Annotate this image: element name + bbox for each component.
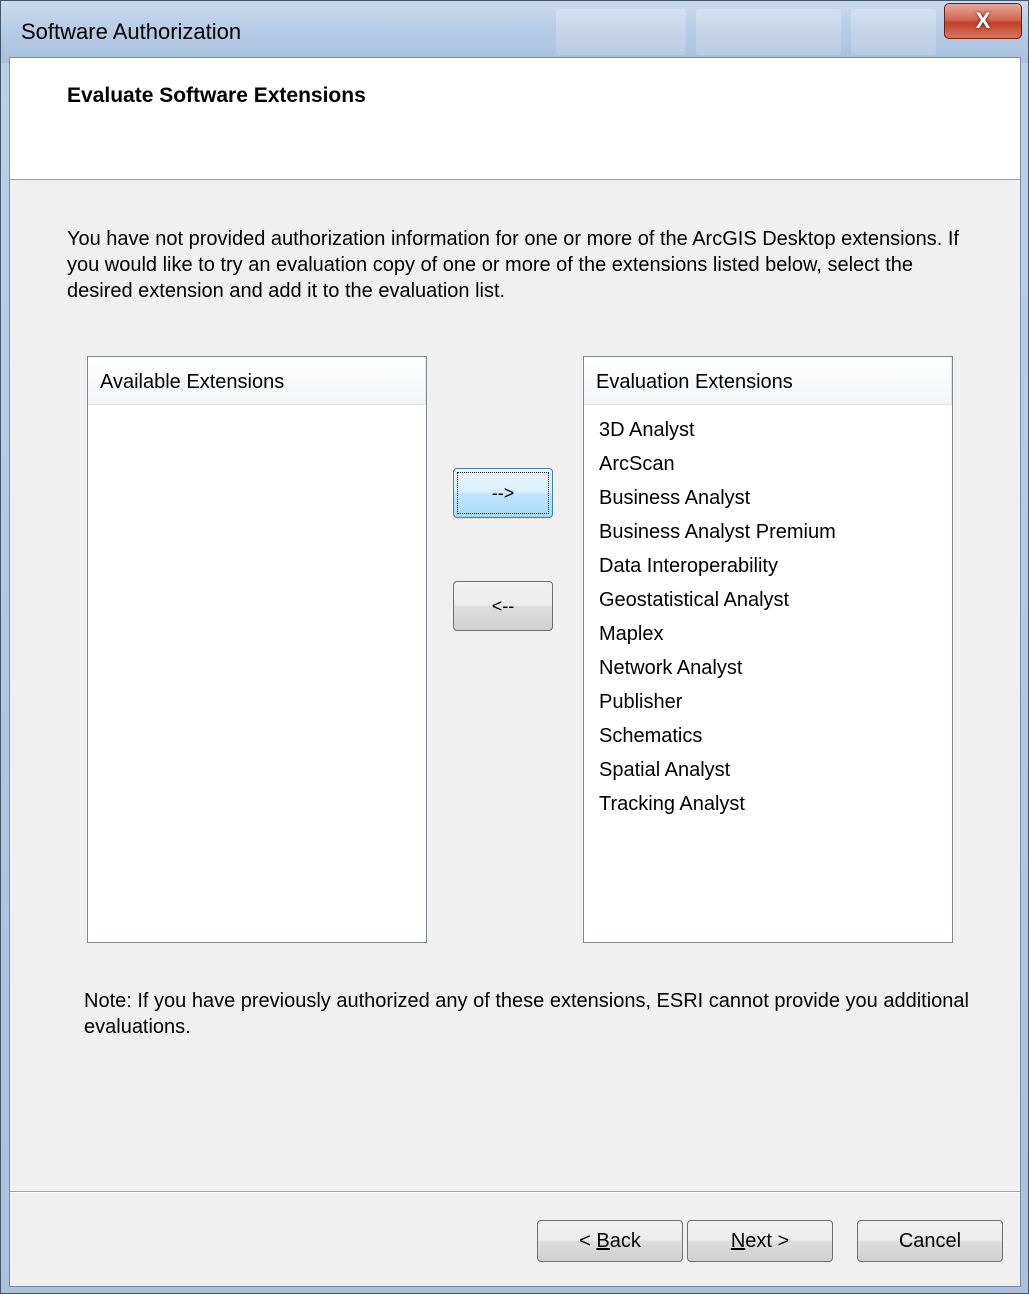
next-button[interactable]: Next > xyxy=(687,1220,833,1262)
cancel-button[interactable]: Cancel xyxy=(857,1220,1003,1262)
back-button[interactable]: < Back xyxy=(537,1220,683,1262)
list-item[interactable]: Geostatistical Analyst xyxy=(599,583,952,617)
cancel-button-label: Cancel xyxy=(898,1229,962,1252)
remove-from-evaluation-button[interactable]: <-- xyxy=(453,581,553,631)
window-title: Software Authorization xyxy=(21,19,242,44)
remove-button-label: <-- xyxy=(491,595,515,616)
available-extensions-items xyxy=(88,405,426,413)
dialog-body: Evaluate Software Extensions You have no… xyxy=(9,57,1021,1287)
back-button-label: < Back xyxy=(579,1229,641,1252)
list-item[interactable]: Maplex xyxy=(599,617,952,651)
dialog-window: Software Authorization X Evaluate Softwa… xyxy=(0,0,1029,1294)
list-item[interactable]: 3D Analyst xyxy=(599,413,952,447)
list-item[interactable]: Tracking Analyst xyxy=(599,787,952,821)
background-taskbar-ghost xyxy=(556,9,686,55)
focus-rect xyxy=(457,472,549,514)
available-extensions-header[interactable]: Available Extensions xyxy=(88,357,426,405)
add-to-evaluation-button[interactable]: --> xyxy=(453,468,553,518)
close-icon: X xyxy=(975,8,991,33)
note-text: Note: If you have previously authorized … xyxy=(84,990,969,1038)
evaluation-extensions-items: 3D Analyst ArcScan Business Analyst Busines… xyxy=(584,405,952,821)
list-item[interactable]: Spatial Analyst xyxy=(599,753,952,787)
intro-text: You have not provided authorization info… xyxy=(67,228,959,302)
list-item[interactable]: ArcScan xyxy=(599,447,952,481)
background-taskbar-ghost xyxy=(696,9,841,55)
list-item[interactable]: Network Analyst xyxy=(599,651,952,685)
wizard-header: Evaluate Software Extensions xyxy=(10,58,1020,180)
evaluation-extensions-list[interactable]: Evaluation Extensions 3D Analyst ArcScan B… xyxy=(583,356,953,943)
list-item[interactable]: Business Analyst Premium xyxy=(599,515,952,549)
evaluation-extensions-header[interactable]: Evaluation Extensions xyxy=(584,357,952,405)
list-item[interactable]: Business Analyst xyxy=(599,481,952,515)
background-taskbar-ghost xyxy=(851,9,936,55)
list-item[interactable]: Data Interoperability xyxy=(599,549,952,583)
list-item[interactable]: Publisher xyxy=(599,685,952,719)
close-button[interactable]: X xyxy=(944,3,1022,39)
footer-divider xyxy=(10,1191,1020,1192)
list-item[interactable]: Schematics xyxy=(599,719,952,753)
title-bar[interactable]: Software Authorization X xyxy=(1,1,1028,63)
next-button-label: Next > xyxy=(730,1229,790,1252)
page-title: Evaluate Software Extensions xyxy=(67,84,366,107)
available-extensions-list[interactable]: Available Extensions xyxy=(87,356,427,943)
